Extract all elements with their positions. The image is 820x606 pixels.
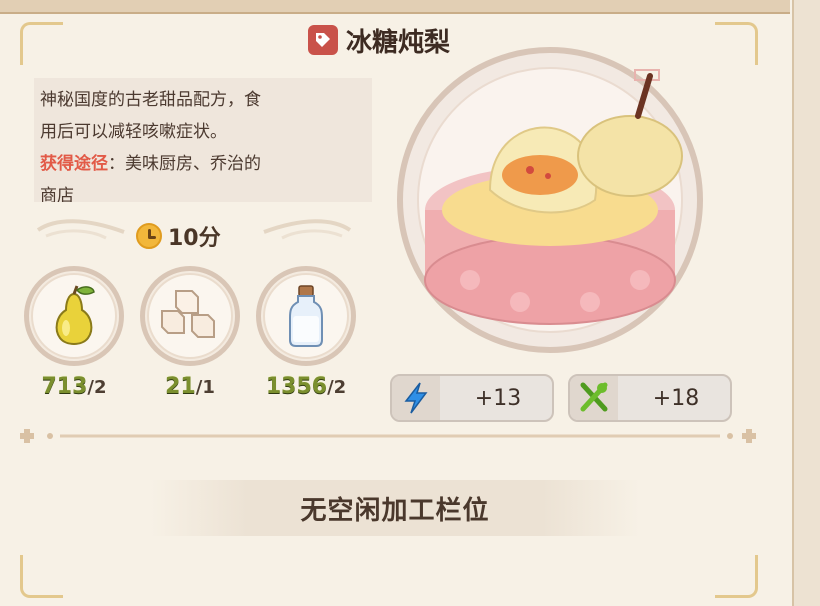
pear-icon	[55, 285, 95, 345]
swirl-ornament	[36, 219, 125, 240]
top-frame-strip	[0, 0, 790, 14]
description-line: 神秘国度的古老甜品配方，食	[40, 90, 261, 110]
swirl-ornament	[263, 219, 352, 240]
processing-slot-status: 无空闲加工栏位	[150, 480, 640, 536]
cook-time-value: 10分	[168, 226, 221, 251]
corner-ornament	[20, 555, 63, 598]
corner-ornament	[715, 555, 758, 598]
stat-icon-box	[392, 376, 440, 420]
cook-time: 10分	[136, 220, 221, 252]
ingredient-slot-inner	[31, 273, 117, 359]
stat-icon-box	[570, 376, 618, 420]
required-count: /1	[195, 377, 215, 398]
tag-icon	[308, 25, 338, 55]
stat-value: +18	[652, 386, 700, 411]
status-text: 无空闲加工栏位	[300, 495, 490, 526]
ingredient-slot-sugar[interactable]	[140, 266, 240, 366]
section-divider	[20, 429, 756, 443]
source-text: ：美味厨房、乔治的	[108, 154, 261, 174]
ingredient-count: 713/2	[14, 374, 134, 399]
source-label: 获得途径	[40, 154, 108, 174]
source-line: 获得途径：美味厨房、乔治的	[40, 148, 366, 180]
ingredient-slot-pear[interactable]	[24, 266, 124, 366]
ingredient-count: 1356/2	[246, 374, 366, 399]
clock-icon	[136, 223, 162, 249]
source-text-cut: 商店	[40, 186, 74, 202]
owned-count: 713	[41, 374, 88, 399]
stat-energy: +13	[390, 374, 554, 422]
ingredient-slot-inner	[263, 273, 349, 359]
ingredient-slot-milk[interactable]	[256, 266, 356, 366]
required-count: /2	[327, 377, 347, 398]
ingredient-slot-inner	[147, 273, 233, 359]
required-count: /2	[87, 377, 107, 398]
recipe-description[interactable]: 神秘国度的古老甜品配方，食 用后可以减轻咳嗽症状。 获得途径：美味厨房、乔治的 …	[34, 78, 372, 202]
description-line: 用后可以减轻咳嗽症状。	[40, 122, 227, 142]
stat-value: +13	[474, 386, 522, 411]
dish-illustration	[397, 47, 703, 353]
owned-count: 1356	[265, 374, 328, 399]
corner-ornament	[715, 22, 758, 65]
sugar-cubes-icon	[161, 290, 215, 338]
stat-satiety: +18	[568, 374, 732, 422]
owned-count: 21	[165, 374, 196, 399]
right-frame-strip	[792, 0, 820, 606]
ingredient-count: 21/1	[130, 374, 250, 399]
milk-bottle-icon	[289, 285, 323, 347]
lightning-icon	[404, 382, 428, 414]
fork-spoon-icon	[580, 382, 608, 412]
corner-ornament	[20, 22, 63, 65]
recipe-panel: 冰糖炖梨 神秘国度的古老甜品配方，食 用后可以减轻咳嗽症状。 获得途径：美味厨房…	[0, 0, 820, 606]
